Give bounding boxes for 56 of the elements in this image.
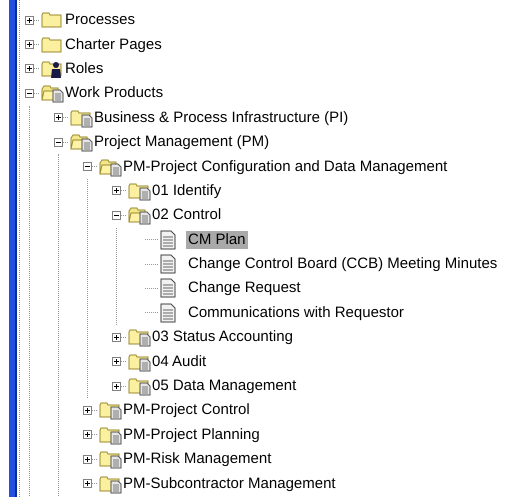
tree-item[interactable]: PM-Subcontractor Management [123,474,336,493]
expand-icon[interactable] [112,357,121,366]
open-folder-document-icon [98,156,122,177]
tree-item[interactable]: Charter Pages [65,36,162,54]
tree-item[interactable]: 03 Status Accounting [152,328,293,346]
tree-item[interactable]: 04 Audit [152,352,206,371]
tree-item[interactable]: PM-Risk Management [123,450,272,468]
tree-item[interactable]: Business & Process Infrastructure (PI) [94,108,348,127]
expand-icon[interactable] [112,186,121,196]
folder-document-icon [127,180,151,201]
folder-document-icon [98,474,122,494]
tree-item[interactable]: PM-Project Configuration and Data Management [123,158,448,176]
tree-item[interactable]: PM-Project Planning [123,426,260,444]
folder-document-icon [127,352,151,372]
folder-person-icon [40,58,64,79]
expand-icon[interactable] [112,382,121,391]
tree-item[interactable]: Roles [65,60,104,78]
collapse-icon[interactable] [83,162,92,172]
tree-item[interactable]: Processes [65,11,136,30]
folder-icon [40,34,64,55]
document-icon [159,278,177,298]
expand-icon[interactable] [83,454,92,464]
tree-item[interactable]: PM-Project Control [123,401,250,420]
expand-icon[interactable] [83,479,92,488]
document-icon [159,302,177,323]
tree-item[interactable]: Communications with Requestor [186,304,406,322]
document-icon [159,230,177,250]
tree-item[interactable]: Change Request [186,279,303,298]
tree-item[interactable]: 01 Identify [152,182,222,200]
folder-document-icon [98,424,122,445]
folder-icon [40,10,64,30]
open-folder-document-icon [40,83,64,104]
tree-item[interactable]: 05 Data Management [152,377,296,396]
folder-document-icon [127,327,151,348]
folder-document-icon [69,108,93,128]
tree-item[interactable]: CM Plan [186,230,248,249]
collapse-icon[interactable] [25,88,34,98]
document-icon [159,254,177,274]
open-folder-document-icon [127,205,151,226]
expand-icon[interactable] [54,113,63,122]
expand-icon[interactable] [83,430,92,440]
tree-item[interactable]: Project Management (PM) [94,133,270,152]
folder-document-icon [98,400,122,420]
collapse-icon[interactable] [54,138,63,147]
tree-item[interactable]: Work Products [65,84,164,102]
expand-icon[interactable] [83,406,92,415]
expand-icon[interactable] [25,16,34,25]
expand-icon[interactable] [25,64,34,74]
folder-document-icon [127,376,151,396]
folder-document-icon [98,449,122,470]
collapse-icon[interactable] [112,210,121,220]
tree-item[interactable]: Change Control Board (CCB) Meeting Minutes [186,255,500,274]
expand-icon[interactable] [112,332,121,342]
expand-icon[interactable] [25,40,34,50]
tree-item[interactable]: 02 Control [152,206,222,224]
open-folder-document-icon [69,132,93,152]
